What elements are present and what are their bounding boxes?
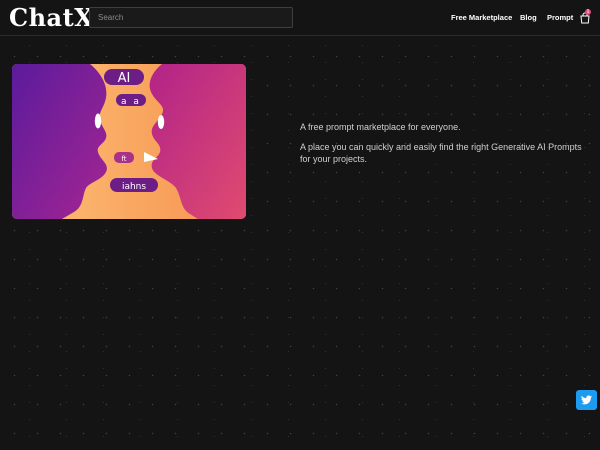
hero-label-ai: AI bbox=[118, 71, 131, 86]
two-faces-artwork: AI a a ft iahns bbox=[12, 64, 246, 219]
intro-text: A free prompt marketplace for everyone. … bbox=[300, 121, 590, 173]
nav-blog[interactable]: Blog bbox=[520, 13, 537, 22]
twitter-share-button[interactable] bbox=[576, 390, 597, 410]
hero-label-iahns: iahns bbox=[122, 182, 146, 192]
chatx-logo[interactable]: ChatX bbox=[9, 3, 93, 32]
search-input[interactable] bbox=[89, 7, 293, 28]
nav-free-marketplace[interactable]: Free Marketplace bbox=[451, 13, 512, 22]
hero-label-aa: a a bbox=[121, 97, 141, 107]
intro-line-2: A place you can quickly and easily find … bbox=[300, 142, 582, 164]
nav-prompt[interactable]: Prompt bbox=[547, 13, 573, 22]
hero-label-ft: ft bbox=[121, 155, 126, 163]
cart-count-badge: 1 bbox=[585, 9, 591, 15]
hero-illustration: AI a a ft iahns bbox=[12, 64, 246, 219]
top-navigation-bar: ChatX Free Marketplace Blog Prompt 1 bbox=[0, 0, 600, 36]
intro-line-1: A free prompt marketplace for everyone. bbox=[300, 122, 461, 132]
twitter-icon bbox=[581, 395, 592, 405]
